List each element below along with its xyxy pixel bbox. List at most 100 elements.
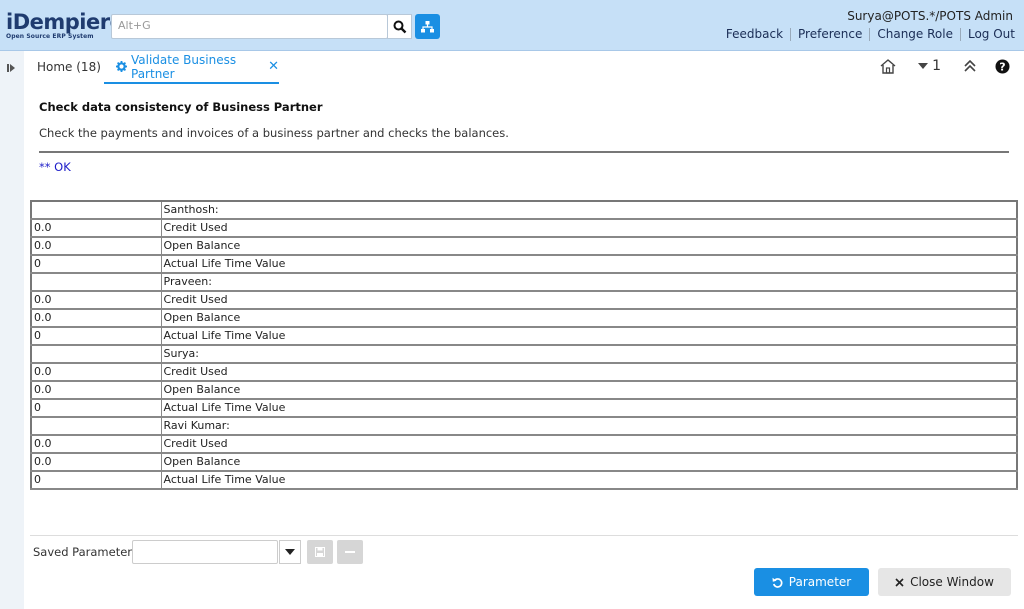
label-cell: Actual Life Time Value [160, 398, 1018, 418]
table-row: Ravi Kumar: [30, 416, 1018, 436]
idempiere-logo[interactable]: iDempiere Open Source ERP System [6, 10, 124, 41]
table-row: 0 Actual Life Time Value [30, 398, 1018, 418]
table-row: 0 Actual Life Time Value [30, 254, 1018, 274]
label-cell: Open Balance [160, 452, 1018, 472]
close-tab-icon[interactable]: ✕ [268, 59, 279, 74]
label-cell: Credit Used [160, 434, 1018, 454]
process-title: Check data consistency of Business Partn… [39, 100, 323, 114]
label-cell: Ravi Kumar: [160, 416, 1018, 436]
label-cell: Credit Used [160, 290, 1018, 310]
label-cell: Actual Life Time Value [160, 470, 1018, 490]
table-row: 0.0 Open Balance [30, 236, 1018, 256]
preference-link[interactable]: Preference [791, 27, 869, 41]
value-cell [30, 416, 162, 436]
table-row: Praveen: [30, 272, 1018, 292]
value-cell: 0 [30, 398, 162, 418]
label-cell: Credit Used [160, 362, 1018, 382]
process-content: Check data consistency of Business Partn… [24, 85, 1024, 609]
value-cell: 0 [30, 326, 162, 346]
value-cell: 0 [30, 470, 162, 490]
table-row: Santhosh: [30, 200, 1018, 220]
double-chevron-up-icon[interactable] [963, 60, 977, 72]
global-search-input[interactable]: Alt+G [111, 14, 388, 39]
tab-toolbar: 1 ? [880, 58, 1010, 74]
tab-validate-business-partner[interactable]: Validate Business Partner ✕ [104, 51, 279, 84]
table-row: 0.0 Credit Used [30, 290, 1018, 310]
saved-parameters-combobox[interactable] [132, 540, 278, 564]
table-row: 0.0 Open Balance [30, 452, 1018, 472]
value-cell [30, 200, 162, 220]
table-row: 0.0 Credit Used [30, 434, 1018, 454]
logout-link[interactable]: Log Out [961, 27, 1015, 41]
value-cell: 0.0 [30, 290, 162, 310]
save-parameter-button[interactable] [307, 540, 333, 564]
value-cell: 0.0 [30, 218, 162, 238]
label-cell: Open Balance [160, 308, 1018, 328]
process-description: Check the payments and invoices of a bus… [39, 126, 509, 140]
close-icon [895, 577, 904, 587]
window-list-dropdown[interactable]: 1 [918, 58, 941, 74]
process-status: ** OK [39, 160, 71, 174]
home-icon[interactable] [880, 58, 896, 74]
saved-parameters-dropdown-button[interactable] [279, 540, 301, 564]
tab-home[interactable]: Home (18) [37, 60, 101, 74]
caret-down-icon [285, 549, 295, 555]
value-cell: 0.0 [30, 308, 162, 328]
value-cell: 0.0 [30, 236, 162, 256]
logo-text: iDempiere [6, 10, 124, 34]
value-cell [30, 272, 162, 292]
west-panel-collapsed [0, 51, 24, 609]
value-cell: 0.0 [30, 362, 162, 382]
floppy-disk-icon [315, 547, 325, 557]
minus-icon [345, 551, 355, 553]
table-row: 0.0 Credit Used [30, 362, 1018, 382]
table-row: 0.0 Open Balance [30, 380, 1018, 400]
parameter-button-label: Parameter [788, 575, 852, 589]
feedback-link[interactable]: Feedback [719, 27, 790, 41]
expand-panel-icon[interactable] [7, 62, 16, 76]
result-table-body: Santhosh: 0.0 Credit Used 0.0 Open Balance 0 A… [30, 200, 1018, 490]
value-cell: 0.0 [30, 452, 162, 472]
table-row: 0 Actual Life Time Value [30, 326, 1018, 346]
label-cell: Open Balance [160, 380, 1018, 400]
logo-subtext: Open Source ERP System [6, 33, 94, 40]
window-count: 1 [932, 58, 941, 74]
label-cell: Actual Life Time Value [160, 254, 1018, 274]
saved-parameters-label: Saved Parameters [33, 545, 139, 559]
table-row: Surya: [30, 344, 1018, 364]
table-row: 0 Actual Life Time Value [30, 470, 1018, 490]
label-cell: Santhosh: [160, 200, 1018, 220]
menu-tree-button[interactable] [415, 14, 440, 39]
svg-text:?: ? [999, 60, 1005, 73]
gear-icon [116, 61, 127, 72]
tab-bar: Home (18) Validate Business Partner ✕ 1 … [24, 51, 1024, 85]
header-links: Feedback Preference Change Role Log Out [719, 27, 1015, 41]
label-cell: Actual Life Time Value [160, 326, 1018, 346]
label-cell: Praveen: [160, 272, 1018, 292]
sitemap-icon [421, 20, 434, 32]
undo-icon [772, 577, 783, 588]
label-cell: Credit Used [160, 218, 1018, 238]
help-icon[interactable]: ? [995, 59, 1010, 74]
caret-down-icon [918, 63, 929, 69]
search-icon [393, 20, 406, 33]
tab-label: Validate Business Partner [131, 52, 237, 81]
parameter-button[interactable]: Parameter [754, 568, 869, 596]
footer-divider [30, 535, 1018, 536]
value-cell: 0 [30, 254, 162, 274]
divider [39, 151, 1009, 153]
label-cell: Surya: [160, 344, 1018, 364]
value-cell: 0.0 [30, 380, 162, 400]
label-cell: Open Balance [160, 236, 1018, 256]
value-cell [30, 344, 162, 364]
close-window-button[interactable]: Close Window [878, 568, 1011, 596]
delete-parameter-button[interactable] [337, 540, 363, 564]
app-header: iDempiere Open Source ERP System Alt+G S… [0, 0, 1024, 51]
close-window-button-label: Close Window [910, 575, 994, 589]
table-row: 0.0 Open Balance [30, 308, 1018, 328]
change-role-link[interactable]: Change Role [870, 27, 960, 41]
user-role-label: Surya@POTS.*/POTS Admin [847, 9, 1013, 23]
search-button[interactable] [387, 14, 412, 39]
value-cell: 0.0 [30, 434, 162, 454]
table-row: 0.0 Credit Used [30, 218, 1018, 238]
